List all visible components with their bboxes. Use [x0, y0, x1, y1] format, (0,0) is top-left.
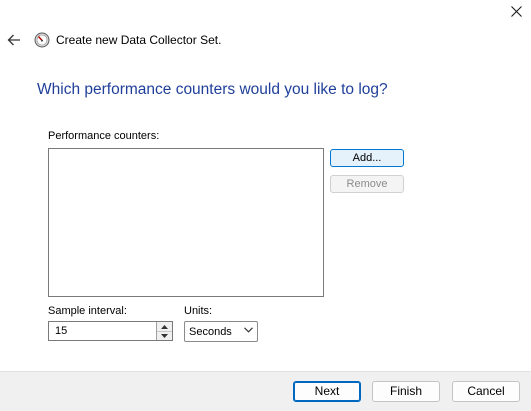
- sample-interval-label: Sample interval:: [48, 305, 127, 317]
- close-icon: [510, 5, 522, 17]
- cancel-button[interactable]: Cancel: [452, 381, 520, 402]
- close-button[interactable]: [501, 0, 531, 22]
- units-label: Units:: [184, 305, 213, 317]
- sample-interval-value[interactable]: 15: [55, 325, 67, 337]
- next-button[interactable]: Next: [293, 381, 361, 402]
- performance-monitor-icon: [34, 32, 50, 48]
- chevron-down-icon: [244, 327, 253, 333]
- triangle-down-icon: [161, 333, 168, 338]
- sample-interval-spinner[interactable]: 15: [48, 321, 173, 341]
- triangle-up-icon: [161, 324, 168, 329]
- spinner-arrows: [156, 322, 172, 340]
- back-arrow-icon: [7, 34, 20, 46]
- window-title: Create new Data Collector Set.: [56, 33, 222, 47]
- units-selected-value: Seconds: [189, 326, 232, 338]
- remove-counter-button[interactable]: Remove: [330, 175, 404, 193]
- performance-counters-label: Performance counters:: [48, 130, 160, 142]
- back-button[interactable]: [5, 31, 23, 49]
- spinner-down-button[interactable]: [157, 331, 172, 340]
- performance-counters-list[interactable]: [48, 148, 324, 297]
- page-heading: Which performance counters would you lik…: [37, 81, 388, 98]
- finish-button[interactable]: Finish: [372, 381, 440, 402]
- add-counter-button[interactable]: Add...: [330, 149, 404, 167]
- units-dropdown[interactable]: Seconds: [184, 321, 258, 342]
